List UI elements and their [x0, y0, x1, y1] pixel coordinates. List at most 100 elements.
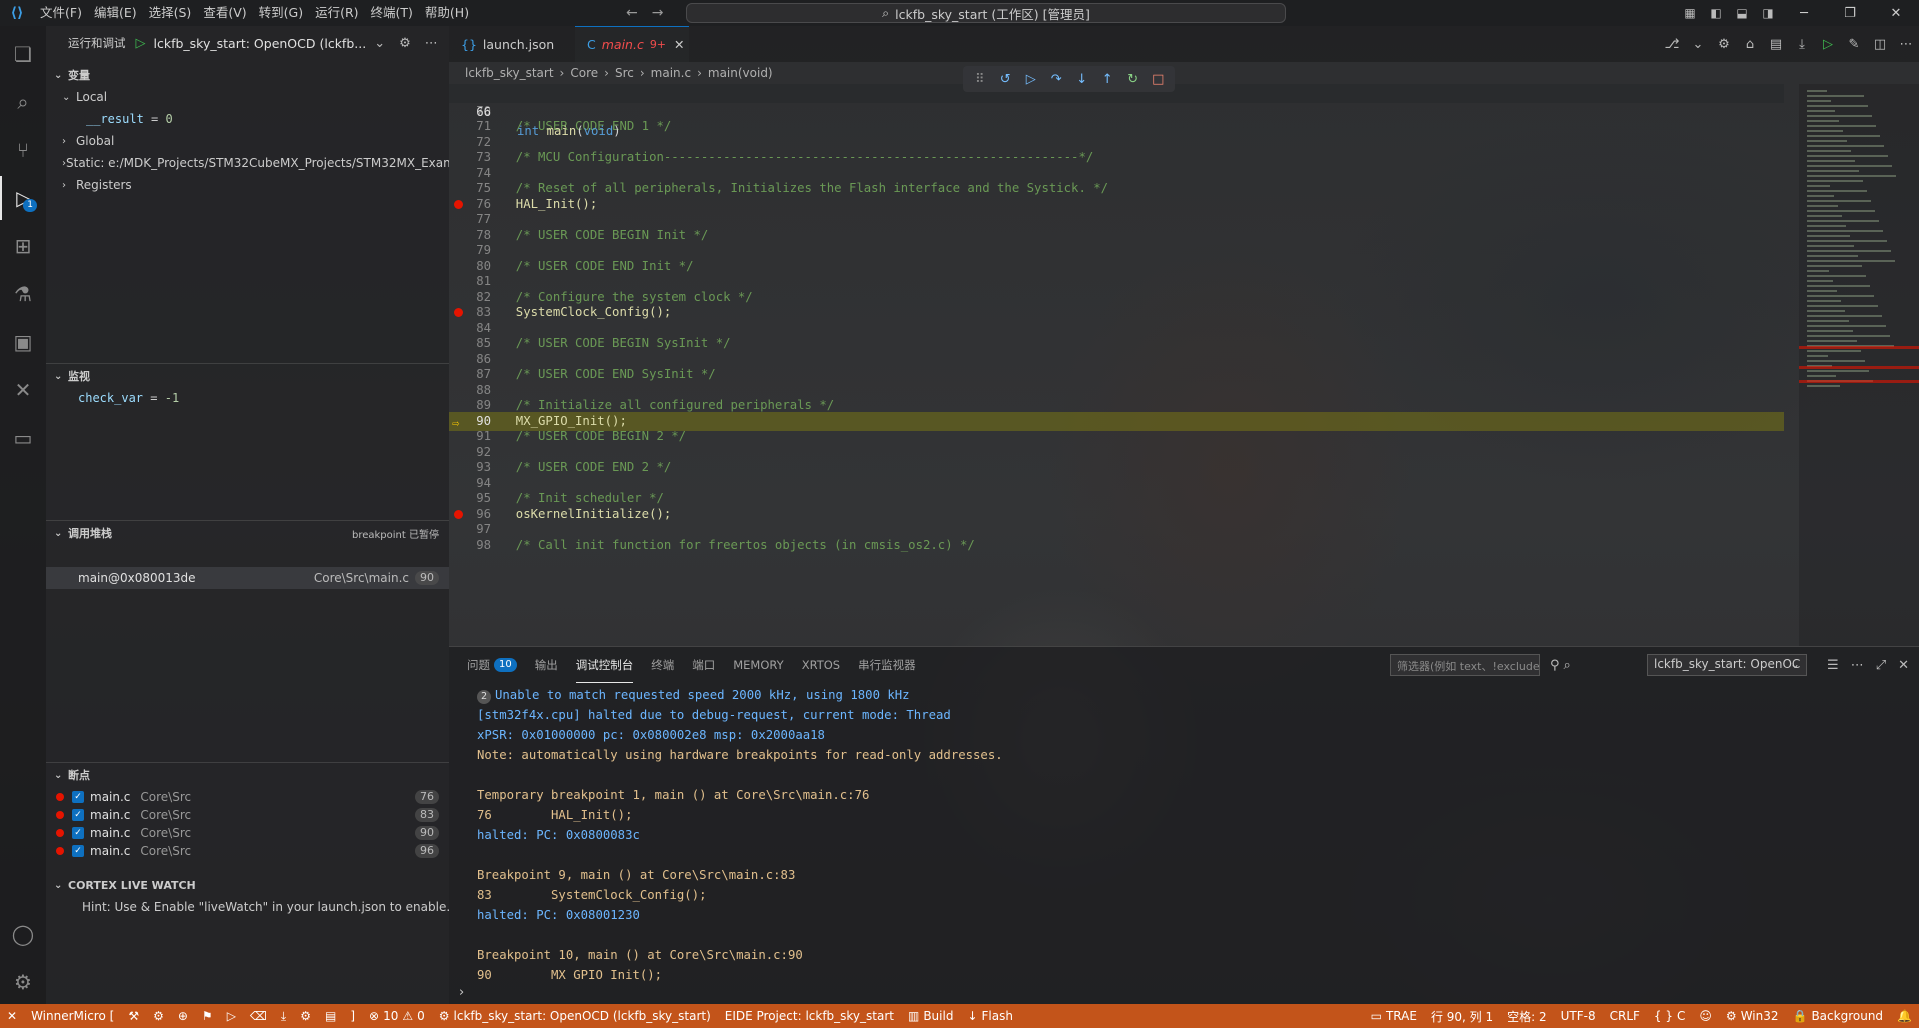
breadcrumb-item[interactable]: Src — [615, 66, 634, 80]
tree-item-global[interactable]: › Global — [46, 130, 449, 152]
peripheral-icon[interactable]: ✕ — [0, 368, 46, 412]
console-filter-input[interactable]: 筛选器(例如 text、!exclude、... — [1390, 654, 1540, 676]
live-watch-section-header[interactable]: ⌄ CORTEX LIVE WATCH — [46, 874, 449, 896]
platform[interactable]: ⚙ Win32 — [1719, 1009, 1786, 1023]
tool-icon[interactable]: ⚒ — [121, 1009, 146, 1023]
breakpoint-item[interactable]: ✓ main.c Core\Src 96 — [46, 840, 449, 862]
toggle-sidebar-icon[interactable]: ◧ — [1703, 6, 1729, 20]
file-icon[interactable]: ▤ — [1763, 37, 1789, 52]
filter-options-icon[interactable]: ⚲ — [1550, 658, 1560, 673]
flag-icon[interactable]: ⚑ — [195, 1009, 220, 1023]
reset-icon[interactable]: ↺ — [993, 72, 1019, 87]
forward-arrow-icon[interactable]: → — [652, 5, 664, 21]
split-editor-icon[interactable]: ◫ — [1867, 37, 1893, 52]
settings-gear-icon[interactable]: ⚙ — [0, 960, 46, 1004]
chip-icon[interactable]: ▣ — [0, 320, 46, 364]
gear-icon[interactable]: ⚙ — [146, 1009, 171, 1023]
download-icon[interactable]: ⤓ — [1789, 37, 1815, 52]
close-panel-icon[interactable]: ✕ — [1898, 658, 1909, 673]
more-actions-icon[interactable]: ⋯ — [1893, 37, 1919, 52]
drag-handle-icon[interactable]: ⠿ — [967, 72, 993, 87]
breakpoint-checkbox[interactable]: ✓ — [72, 845, 84, 857]
breakpoint-checkbox[interactable]: ✓ — [72, 791, 84, 803]
toggle-panel-icon[interactable]: ⬓ — [1729, 6, 1755, 20]
chevron-down-icon[interactable]: ⌄ — [374, 36, 385, 51]
minimap[interactable] — [1799, 84, 1919, 646]
explorer-icon[interactable]: ❏ — [0, 32, 46, 76]
tree-item-static[interactable]: › Static: e:/MDK_Projects/STM32CubeMX_Pr… — [46, 152, 449, 174]
branch-icon[interactable]: ⎇ — [1659, 37, 1685, 52]
settings-icon[interactable]: ⚙ — [293, 1009, 318, 1023]
trash-icon[interactable]: ⌫ — [243, 1009, 274, 1023]
tree-item-registers[interactable]: › Registers — [46, 174, 449, 196]
breadcrumb-item[interactable]: lckfb_sky_start — [465, 66, 554, 80]
step-into-icon[interactable]: ↓ — [1069, 72, 1095, 87]
code-editor[interactable]: 66 int main(void) 70 71 /* USER CODE END … — [449, 84, 1919, 646]
cursor-position[interactable]: 行 90, 列 1 — [1424, 1008, 1500, 1025]
panel-tab[interactable]: 终端 — [651, 647, 674, 683]
menu-item[interactable]: 文件(F) — [34, 0, 88, 26]
clear-console-icon[interactable]: ☰ — [1827, 658, 1839, 673]
flash-button[interactable]: ↓ Flash — [960, 1009, 1020, 1023]
tree-item-local[interactable]: ⌄ Local — [46, 86, 449, 108]
continue-icon[interactable]: ▷ — [1018, 72, 1044, 87]
menu-item[interactable]: 运行(R) — [309, 0, 364, 26]
close-tab-icon[interactable]: ✕ — [674, 37, 684, 52]
tab-main-c[interactable]: C main.c 9+ ✕ — [575, 26, 689, 62]
source-control-icon[interactable]: ⑂ — [0, 128, 46, 172]
variable-row[interactable]: __result = 0 — [46, 108, 449, 130]
debug-console-output[interactable]: 2 Unable to match requested speed 2000 kH… — [477, 685, 1897, 981]
menu-item[interactable]: 选择(S) — [143, 0, 198, 26]
search-icon[interactable]: ⌕ — [1564, 658, 1571, 673]
test-icon[interactable]: ⚗ — [0, 272, 46, 316]
build-icon[interactable]: ⌂ — [1737, 37, 1763, 52]
command-center[interactable]: ⌕ lckfb_sky_start (工作区) [管理员] — [686, 3, 1286, 23]
run-debug-icon[interactable]: ▷ 1 — [0, 176, 46, 220]
maximize-panel-icon[interactable]: ⤢ — [1876, 658, 1886, 673]
tab-launch-json[interactable]: {} launch.json — [449, 26, 575, 62]
menu-item[interactable]: 编辑(E) — [88, 0, 143, 26]
trae-indicator[interactable]: ▭ TRAE — [1364, 1009, 1424, 1023]
step-out-icon[interactable]: ↑ — [1095, 72, 1121, 87]
panel-tab[interactable]: 问题 10 — [467, 647, 517, 683]
debug-session-status[interactable]: ⚙ lckfb_sky_start: OpenOCD (lckfb_sky_sta… — [432, 1009, 718, 1023]
call-stack-frame[interactable]: main@0x080013de Core\Src\main.c 90 — [46, 567, 449, 589]
breadcrumb-item[interactable]: main(void) — [708, 66, 773, 80]
download-icon[interactable]: ⤓ — [274, 1009, 293, 1024]
menu-item[interactable]: 帮助(H) — [419, 0, 475, 26]
breakpoint-checkbox[interactable]: ✓ — [72, 827, 84, 839]
variables-section-header[interactable]: ⌄ 变量 — [46, 64, 449, 86]
start-debugging-icon[interactable]: ▷ — [136, 36, 146, 51]
step-over-icon[interactable]: ↷ — [1044, 72, 1070, 87]
panel-tab[interactable]: 端口 — [692, 647, 715, 683]
menu-item[interactable]: 终端(T) — [365, 0, 419, 26]
back-arrow-icon[interactable]: ← — [626, 5, 638, 21]
build-button[interactable]: ▥ Build — [901, 1009, 960, 1023]
menu-item[interactable]: 转到(G) — [253, 0, 309, 26]
stop-icon[interactable]: □ — [1146, 72, 1172, 87]
panel-tab[interactable]: 调试控制台 — [575, 647, 634, 683]
eide-project-label[interactable]: EIDE Project: lckfb_sky_start — [718, 1009, 901, 1023]
run-config-select[interactable]: lckfb_sky_start: OpenOCD (lckfb... — [154, 36, 367, 51]
copilot-icon[interactable]: ☺ — [1692, 1009, 1719, 1023]
console-prompt-icon[interactable]: › — [459, 985, 464, 1000]
close-window-icon[interactable]: ✕ — [1873, 6, 1919, 21]
problems-indicator[interactable]: ⊗ 10 ⚠ 0 — [362, 1009, 432, 1023]
breakpoints-section-header[interactable]: ⌄ 断点 — [46, 764, 449, 786]
debug-session-select[interactable]: lckfb_sky_start: OpenOC ⌄ — [1647, 654, 1807, 676]
language-mode[interactable]: { } C — [1647, 1009, 1692, 1023]
document-icon[interactable]: ▤ — [318, 1009, 343, 1023]
encoding[interactable]: UTF-8 — [1554, 1009, 1603, 1023]
minimize-icon[interactable]: ─ — [1781, 6, 1827, 21]
run-icon[interactable]: ▷ — [1815, 37, 1841, 52]
breadcrumb-item[interactable]: main.c — [651, 66, 691, 80]
menu-item[interactable]: 查看(V) — [197, 0, 252, 26]
panel-tab[interactable]: 串行监视器 — [858, 647, 916, 683]
extensions-icon[interactable]: ⊞ — [0, 224, 46, 268]
notifications-icon[interactable]: 🔔 — [1890, 1009, 1919, 1023]
account-icon[interactable]: ◯ — [0, 912, 46, 956]
background-toggle[interactable]: 🔒 Background — [1786, 1009, 1891, 1023]
breadcrumb-item[interactable]: Core — [570, 66, 598, 80]
indentation[interactable]: 空格: 2 — [1500, 1008, 1554, 1025]
breakpoint-checkbox[interactable]: ✓ — [72, 809, 84, 821]
